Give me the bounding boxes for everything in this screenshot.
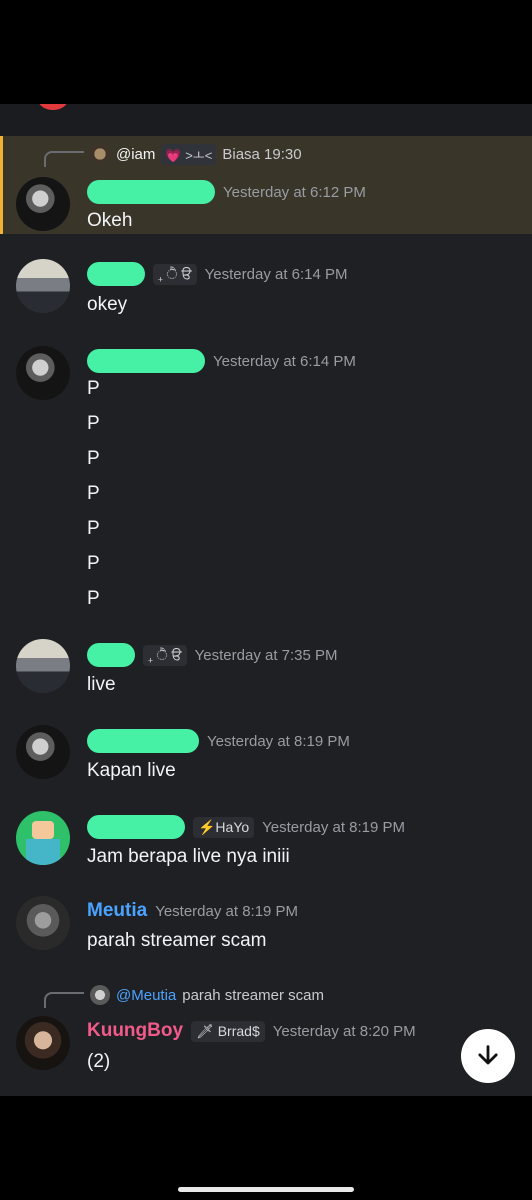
username-suffix: ₊ ੈ ੳ xyxy=(153,263,197,285)
message[interactable]: ₊ ੈ ੳ Yesterday at 7:35 PM live xyxy=(0,634,532,706)
message-header: ₊ ੈ ੳ Yesterday at 7:35 PM xyxy=(87,643,338,667)
message-line: P xyxy=(87,588,100,609)
avatar[interactable] xyxy=(16,177,70,231)
username[interactable]: Meutia xyxy=(87,900,147,922)
message[interactable]: Yesterday at 6:14 PM P P P P P P P xyxy=(0,340,532,620)
timestamp: Yesterday at 8:19 PM xyxy=(207,732,350,750)
message-line: P xyxy=(87,378,100,399)
reply-text: parah streamer scam xyxy=(182,986,324,1004)
message[interactable]: Meutia Yesterday at 8:19 PM parah stream… xyxy=(0,894,532,966)
arrow-down-icon xyxy=(478,1045,498,1065)
timestamp: Yesterday at 6:14 PM xyxy=(204,265,348,283)
top-bar xyxy=(0,104,532,137)
message-header: Yesterday at 6:14 PM xyxy=(87,349,356,373)
redacted-username xyxy=(87,815,185,839)
chat-panel: @iam 💗 >ㅗ< Biasa 19:30 Yesterday at 6:12… xyxy=(0,104,532,1096)
message-text: (2) xyxy=(87,1051,111,1072)
redacted-username xyxy=(87,262,145,286)
message-header: Yesterday at 8:19 PM xyxy=(87,729,350,753)
message[interactable]: ⚡HaYo Yesterday at 8:19 PM Jam berapa li… xyxy=(0,806,532,878)
timestamp: Yesterday at 7:35 PM xyxy=(194,646,338,664)
redacted-username xyxy=(87,349,205,373)
avatar[interactable] xyxy=(16,346,70,400)
avatar[interactable] xyxy=(16,639,70,693)
message-text: Jam berapa live nya iniii xyxy=(87,846,290,867)
timestamp: Yesterday at 6:14 PM xyxy=(213,352,356,370)
redacted-username xyxy=(87,643,135,667)
message[interactable]: ₊ ੈ ੳ Yesterday at 6:14 PM okey xyxy=(0,252,532,336)
reply-line xyxy=(44,151,84,167)
redacted-username xyxy=(87,180,215,204)
reply-avatar xyxy=(90,144,110,164)
reply-text: Biasa 19:30 xyxy=(222,145,302,163)
message-text: okey xyxy=(87,294,128,315)
message[interactable]: Yesterday at 8:19 PM Kapan live xyxy=(0,720,532,792)
message-line: P xyxy=(87,483,100,504)
reply-badge: 💗 >ㅗ< xyxy=(161,143,217,165)
message[interactable]: @Meutia parah streamer scam KuungBoy 🗡 B… xyxy=(0,980,532,1086)
message-line: P xyxy=(87,413,100,434)
message-line: P xyxy=(87,553,100,574)
message-header: KuungBoy 🗡 Brrad$ Yesterday at 8:20 PM xyxy=(87,1020,416,1042)
role-tag: 🗡 Brrad$ xyxy=(191,1020,265,1042)
timestamp: Yesterday at 6:12 PM xyxy=(223,183,366,201)
timestamp: Yesterday at 8:19 PM xyxy=(155,902,299,920)
username-suffix: ₊ ੈ ੳ xyxy=(143,644,187,666)
notification-indicator xyxy=(36,104,70,110)
message-text: Kapan live xyxy=(87,760,176,781)
username[interactable]: KuungBoy xyxy=(87,1020,183,1042)
reply-line xyxy=(44,992,84,1008)
avatar[interactable] xyxy=(16,1016,70,1070)
reply-avatar xyxy=(90,985,110,1005)
avatar[interactable] xyxy=(16,725,70,779)
reply-preview[interactable]: @Meutia parah streamer scam xyxy=(44,982,324,1008)
timestamp: Yesterday at 8:20 PM xyxy=(272,1022,416,1040)
message-header: Yesterday at 6:12 PM xyxy=(87,180,366,204)
message-header: Meutia Yesterday at 8:19 PM xyxy=(87,900,298,922)
avatar[interactable] xyxy=(16,896,70,950)
message-text: Okeh xyxy=(87,210,133,231)
message-header: ⚡HaYo Yesterday at 8:19 PM xyxy=(87,815,405,839)
reply-username[interactable]: @Meutia xyxy=(116,987,176,1004)
reply-username[interactable]: @iam xyxy=(116,146,155,163)
message-line: P xyxy=(87,518,100,539)
role-tag: ⚡HaYo xyxy=(193,816,255,838)
redacted-username xyxy=(87,729,199,753)
message-highlighted[interactable]: @iam 💗 >ㅗ< Biasa 19:30 Yesterday at 6:12… xyxy=(0,136,532,234)
avatar[interactable] xyxy=(16,811,70,865)
scroll-to-bottom-button[interactable] xyxy=(461,1029,515,1083)
message-header: ₊ ੈ ੳ Yesterday at 6:14 PM xyxy=(87,262,348,286)
reply-preview[interactable]: @iam 💗 >ㅗ< Biasa 19:30 xyxy=(44,141,302,167)
message-text: parah streamer scam xyxy=(87,930,267,951)
message-text: live xyxy=(87,674,116,695)
timestamp: Yesterday at 8:19 PM xyxy=(262,818,406,836)
avatar[interactable] xyxy=(16,259,70,313)
home-indicator[interactable] xyxy=(178,1187,354,1192)
message-line: P xyxy=(87,448,100,469)
